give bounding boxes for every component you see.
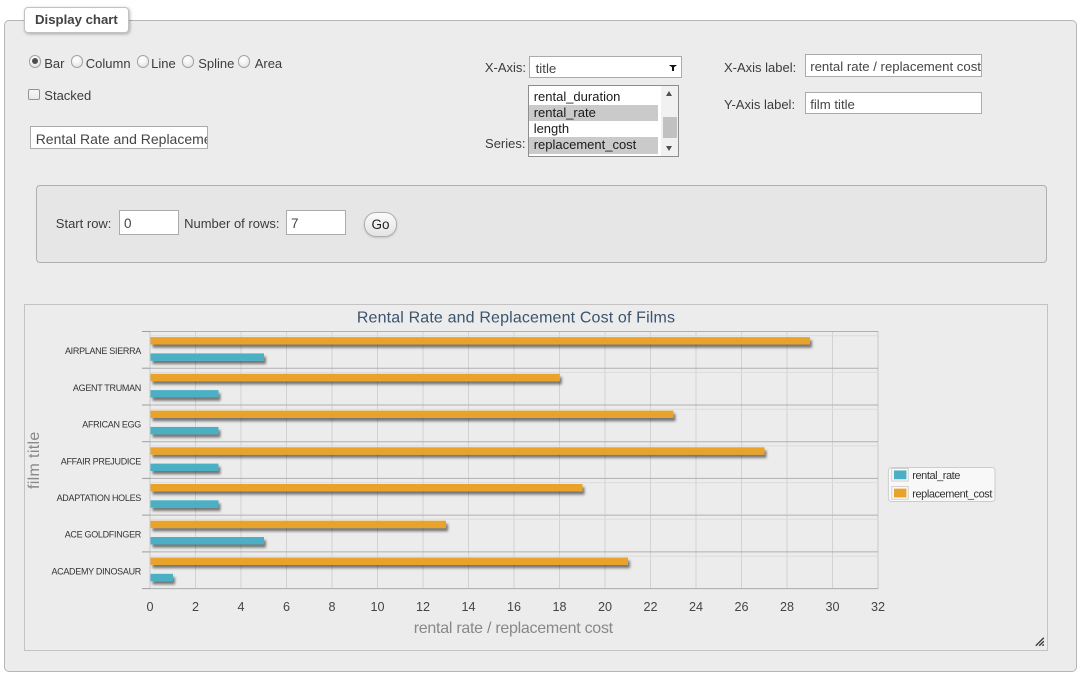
svg-text:12: 12	[416, 600, 430, 614]
svg-text:ACE GOLDFINGER: ACE GOLDFINGER	[65, 530, 142, 540]
svg-text:18: 18	[552, 600, 566, 614]
svg-text:6: 6	[283, 600, 290, 614]
svg-text:26: 26	[734, 600, 748, 614]
svg-text:30: 30	[825, 600, 839, 614]
svg-text:4: 4	[237, 600, 244, 614]
svg-text:2: 2	[192, 600, 199, 614]
svg-text:ADAPTATION HOLES: ADAPTATION HOLES	[57, 493, 142, 503]
svg-text:24: 24	[689, 600, 703, 614]
svg-text:14: 14	[461, 600, 475, 614]
svg-text:8: 8	[328, 600, 335, 614]
svg-text:Rental Rate and Replacement Co: Rental Rate and Replacement Cost of Film…	[357, 309, 675, 326]
svg-text:AGENT TRUMAN: AGENT TRUMAN	[73, 383, 141, 393]
svg-text:AFRICAN EGG: AFRICAN EGG	[82, 420, 141, 430]
svg-text:rental rate / replacement cost: rental rate / replacement cost	[414, 620, 614, 637]
svg-text:AIRPLANE SIERRA: AIRPLANE SIERRA	[65, 346, 141, 356]
svg-text:22: 22	[643, 600, 657, 614]
svg-text:20: 20	[598, 600, 612, 614]
svg-text:replacement_cost: replacement_cost	[912, 488, 992, 500]
svg-text:10: 10	[370, 600, 384, 614]
svg-text:16: 16	[507, 600, 521, 614]
svg-text:rental_rate: rental_rate	[912, 470, 960, 482]
svg-text:28: 28	[780, 600, 794, 614]
svg-text:ACADEMY DINOSAUR: ACADEMY DINOSAUR	[51, 566, 141, 576]
svg-text:0: 0	[146, 600, 153, 614]
svg-text:film title: film title	[26, 431, 43, 489]
svg-text:32: 32	[871, 600, 885, 614]
svg-text:AFFAIR PREJUDICE: AFFAIR PREJUDICE	[61, 456, 142, 466]
